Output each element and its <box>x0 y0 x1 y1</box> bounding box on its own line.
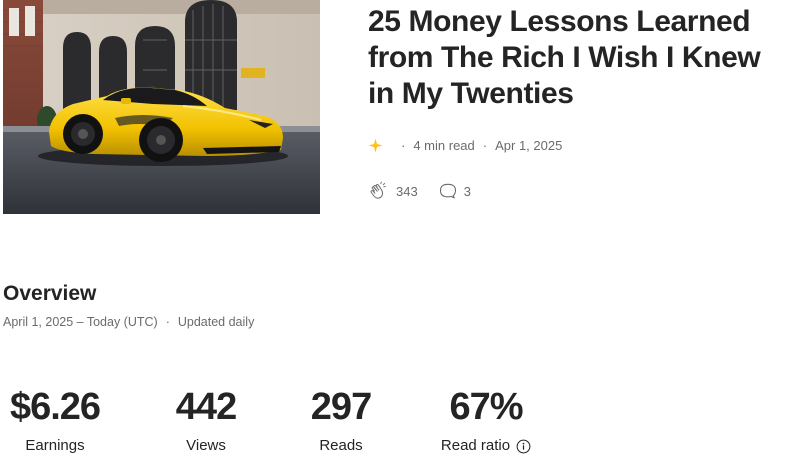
comment-icon <box>439 183 456 199</box>
separator-dot: · <box>482 137 488 153</box>
stat-value: 67% <box>449 386 523 428</box>
overview-update-note: Updated daily <box>177 315 255 329</box>
story-meta: · 4 min read · Apr 1, 2025 <box>368 136 562 154</box>
stat-value: 297 <box>310 386 372 428</box>
stat-value: 442 <box>175 386 237 428</box>
stat-read-ratio: 67% Read ratio <box>436 384 536 455</box>
stat-earnings: $6.26 Earnings <box>3 384 107 455</box>
overview-heading: Overview <box>3 282 97 305</box>
yellow-sports-car-image <box>3 0 320 214</box>
stat-value: $6.26 <box>9 386 101 428</box>
stat-label-row: Read ratio <box>436 437 536 455</box>
sparkle-star-icon <box>368 138 383 153</box>
story-thumbnail[interactable] <box>3 0 320 214</box>
publish-date: Apr 1, 2025 <box>495 137 563 153</box>
info-icon[interactable] <box>516 439 531 454</box>
read-time: 4 min read <box>413 137 475 153</box>
stat-views: 442 Views <box>166 384 246 455</box>
story-stats-page: 25 Money Lessons Learned from The Rich I… <box>0 0 800 472</box>
claps-count[interactable]: 343 <box>368 180 418 202</box>
claps-value: 343 <box>396 183 418 199</box>
stat-label: Read ratio <box>440 437 511 454</box>
stat-label: Reads <box>319 437 363 454</box>
overview-subtitle: April 1, 2025 – Today (UTC) · Updated da… <box>3 315 254 329</box>
stat-label: Views <box>186 437 226 454</box>
overview-date-range: April 1, 2025 – Today (UTC) <box>3 315 158 329</box>
responses-count[interactable]: 3 <box>438 181 471 201</box>
stat-reads: 297 Reads <box>302 384 380 455</box>
separator-dot: · <box>401 137 406 153</box>
story-title[interactable]: 25 Money Lessons Learned from The Rich I… <box>368 4 793 112</box>
responses-value: 3 <box>463 183 471 199</box>
separator-dot: · <box>165 315 170 329</box>
clap-icon <box>370 181 386 199</box>
engagement-row: 343 3 <box>368 180 471 202</box>
stat-label: Earnings <box>25 437 85 454</box>
